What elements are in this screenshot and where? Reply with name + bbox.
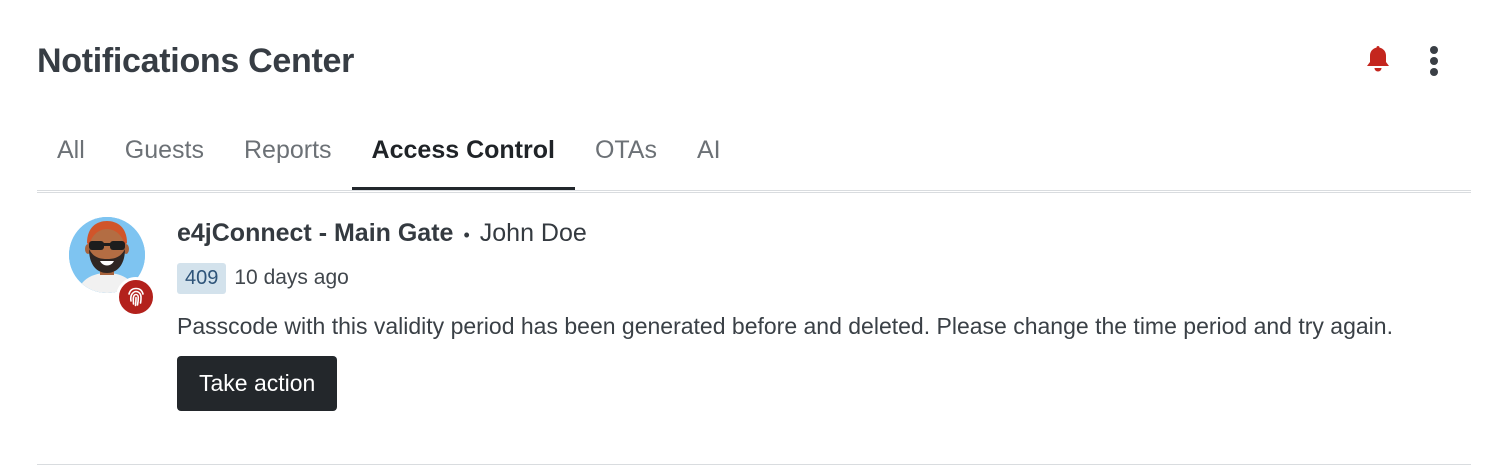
notification-meta: 409 10 days ago: [177, 262, 1431, 294]
notification-divider: [37, 464, 1471, 465]
kebab-dot: [1430, 57, 1438, 65]
fingerprint-icon: [116, 277, 156, 317]
tab-otas[interactable]: OTAs: [575, 120, 677, 190]
tab-reports[interactable]: Reports: [224, 120, 352, 190]
notification-user: John Doe: [479, 219, 587, 247]
tabs-divider: [37, 190, 1471, 193]
page-title: Notifications Center: [37, 42, 355, 80]
separator-dot: •: [463, 225, 470, 245]
notification-time: 10 days ago: [234, 266, 349, 289]
status-code-badge: 409: [177, 262, 227, 294]
take-action-button[interactable]: Take action: [177, 356, 338, 411]
tab-guests[interactable]: Guests: [105, 120, 224, 190]
tab-access-control[interactable]: Access Control: [351, 120, 576, 190]
kebab-dot: [1430, 46, 1438, 54]
notification-headline: e4jConnect - Main Gate • John Doe: [177, 219, 1431, 253]
tab-all[interactable]: All: [37, 120, 105, 190]
notification-source: e4jConnect - Main Gate: [177, 219, 454, 247]
kebab-dot: [1430, 68, 1438, 76]
more-options-icon[interactable]: [1420, 44, 1448, 78]
notifications-panel: Notifications Center All Guests Reports …: [0, 0, 1508, 470]
notification-item: e4jConnect - Main Gate • John Doe 409 10…: [37, 195, 1471, 465]
notification-content: e4jConnect - Main Gate • John Doe 409 10…: [177, 219, 1431, 411]
tab-ai[interactable]: AI: [677, 120, 741, 190]
notification-tabs: All Guests Reports Access Control OTAs A…: [37, 120, 741, 190]
bell-icon[interactable]: [1364, 44, 1392, 74]
avatar-group: [69, 217, 159, 317]
notification-message: Passcode with this validity period has b…: [177, 313, 1393, 339]
